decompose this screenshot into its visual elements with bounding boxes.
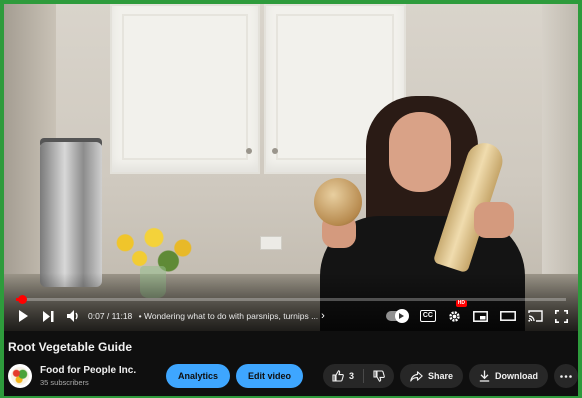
share-label: Share [427, 371, 453, 381]
volume-button[interactable] [64, 305, 82, 327]
theater-mode-icon [500, 311, 516, 321]
next-icon [42, 310, 53, 322]
time-display: 0:07 / 11:18 [88, 311, 132, 321]
share-icon [410, 370, 423, 382]
thumbs-up-icon [332, 370, 344, 382]
autoplay-toggle[interactable] [385, 305, 409, 327]
cast-icon [528, 310, 543, 322]
cast-button[interactable] [528, 305, 543, 327]
video-frame-outlet [260, 236, 282, 250]
channel-action-row: Food for People Inc. 35 subscribers Anal… [8, 362, 578, 390]
download-label: Download [495, 371, 538, 381]
fullscreen-button[interactable] [555, 305, 568, 327]
like-button[interactable]: 3 [323, 364, 363, 388]
video-frame-water-filter [40, 142, 102, 287]
chevron-right-icon[interactable]: › [321, 310, 325, 322]
theater-mode-button[interactable] [500, 305, 516, 327]
download-icon [479, 370, 490, 382]
hd-badge: HD [455, 300, 467, 307]
current-time: 0:07 [88, 311, 105, 321]
miniplayer-button[interactable] [473, 305, 488, 327]
gear-icon [449, 310, 460, 322]
channel-name[interactable]: Food for People Inc. [40, 365, 160, 376]
dislike-button[interactable] [364, 364, 394, 388]
play-button[interactable] [14, 305, 32, 327]
miniplayer-icon [473, 310, 488, 322]
video-title: Root Vegetable Guide [8, 340, 133, 354]
time-separator: / [104, 311, 112, 321]
fullscreen-icon [555, 309, 568, 323]
thumbs-down-icon [373, 370, 385, 382]
edit-video-button[interactable]: Edit video [236, 364, 304, 388]
like-dislike-group: 3 [322, 364, 394, 388]
player-controls: 0:07 / 11:18 • Wondering what to do with… [14, 300, 568, 328]
video-frame-hand [474, 202, 514, 238]
chapter-title[interactable]: • Wondering what to do with parsnips, tu… [136, 311, 319, 321]
next-button[interactable] [38, 305, 58, 327]
like-count: 3 [348, 371, 354, 381]
more-actions-button[interactable] [554, 364, 578, 388]
progress-scrubber[interactable] [17, 295, 27, 304]
volume-icon [66, 310, 78, 322]
download-button[interactable]: Download [469, 364, 548, 388]
chapter-title-text: Wondering what to do with parsnips, turn… [143, 311, 319, 321]
subscriber-count: 35 subscribers [40, 378, 89, 387]
captions-icon: CC [419, 310, 436, 322]
channel-avatar[interactable] [8, 364, 32, 388]
captions-button[interactable]: CC [419, 305, 436, 327]
video-frame-cabinet [110, 4, 260, 174]
video-player[interactable]: 0:07 / 11:18 • Wondering what to do with… [4, 4, 578, 331]
analytics-button[interactable]: Analytics [166, 364, 231, 388]
video-frame-turnip [314, 178, 362, 226]
play-icon [19, 310, 28, 322]
share-button[interactable]: Share [399, 364, 463, 388]
progress-bar[interactable] [16, 295, 566, 304]
duration: 11:18 [111, 311, 133, 321]
settings-button[interactable]: HD [448, 300, 467, 327]
more-horizontal-icon [560, 374, 572, 378]
video-frame-person-face [389, 112, 451, 192]
channel-meta: Food for People Inc. 35 subscribers [40, 365, 160, 387]
autoplay-play-icon [399, 313, 405, 319]
